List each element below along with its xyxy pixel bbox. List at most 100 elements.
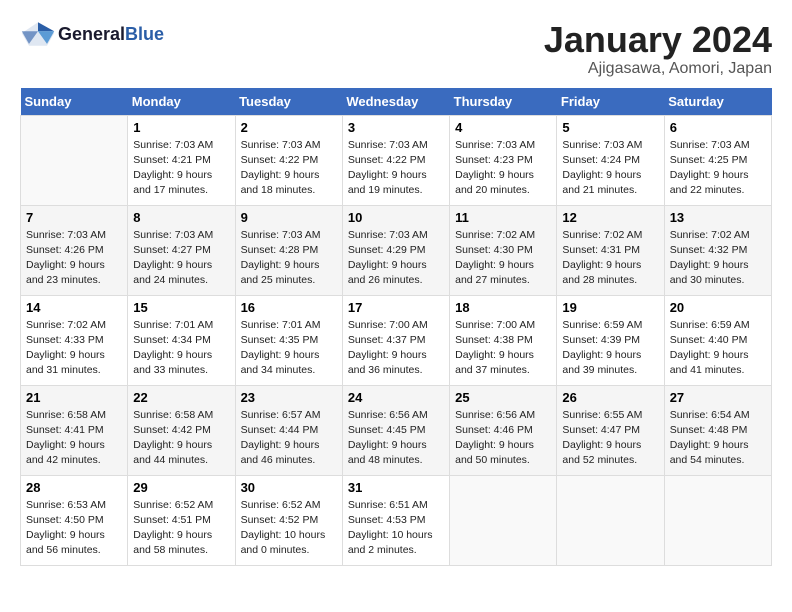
calendar-cell: 5 Sunrise: 7:03 AMSunset: 4:24 PMDaylight… bbox=[557, 115, 664, 205]
cell-info: Sunrise: 6:59 AMSunset: 4:39 PMDaylight:… bbox=[562, 318, 658, 379]
calendar-week-row: 14Sunrise: 7:02 AMSunset: 4:33 PMDayligh… bbox=[21, 295, 772, 385]
day-number: 11 bbox=[455, 210, 551, 225]
day-number: 23 bbox=[241, 390, 337, 405]
day-number: 7 bbox=[26, 210, 122, 225]
calendar-cell: 4 Sunrise: 7:03 AMSunset: 4:23 PMDaylight… bbox=[450, 115, 557, 205]
day-number: 31 bbox=[348, 480, 444, 495]
calendar-cell: 17 Sunrise: 7:00 AMSunset: 4:37 PMDayligh… bbox=[342, 295, 449, 385]
day-number: 14 bbox=[26, 300, 122, 315]
cell-info: Sunrise: 6:58 AMSunset: 4:42 PMDaylight:… bbox=[133, 408, 229, 469]
cell-info: Sunrise: 7:03 AMSunset: 4:25 PMDaylight:… bbox=[670, 138, 766, 199]
location-title: Ajigasawa, Aomori, Japan bbox=[544, 60, 772, 78]
cell-info: Sunrise: 7:03 AMSunset: 4:22 PMDaylight:… bbox=[241, 138, 337, 199]
day-number: 2 bbox=[241, 120, 337, 135]
page-header: GeneralBlue January 2024 Ajigasawa, Aomo… bbox=[20, 20, 772, 78]
header-sunday: Sunday bbox=[21, 88, 128, 116]
calendar-cell: 19Sunrise: 6:59 AMSunset: 4:39 PMDayligh… bbox=[557, 295, 664, 385]
cell-info: Sunrise: 6:52 AMSunset: 4:51 PMDaylight:… bbox=[133, 498, 229, 559]
day-number: 27 bbox=[670, 390, 766, 405]
day-number: 22 bbox=[133, 390, 229, 405]
header-wednesday: Wednesday bbox=[342, 88, 449, 116]
day-number: 29 bbox=[133, 480, 229, 495]
calendar-week-row: 28 Sunrise: 6:53 AMSunset: 4:50 PMDayligh… bbox=[21, 475, 772, 565]
day-number: 20 bbox=[670, 300, 766, 315]
cell-info: Sunrise: 6:56 AMSunset: 4:45 PMDaylight:… bbox=[348, 408, 444, 469]
cell-info: Sunrise: 7:00 AMSunset: 4:37 PMDaylight:… bbox=[348, 318, 444, 379]
title-area: January 2024 Ajigasawa, Aomori, Japan bbox=[544, 20, 772, 78]
calendar-cell bbox=[450, 475, 557, 565]
calendar-header-row: SundayMondayTuesdayWednesdayThursdayFrid… bbox=[21, 88, 772, 116]
cell-info: Sunrise: 7:00 AMSunset: 4:38 PMDaylight:… bbox=[455, 318, 551, 379]
cell-info: Sunrise: 7:03 AMSunset: 4:23 PMDaylight:… bbox=[455, 138, 551, 199]
calendar-cell: 10Sunrise: 7:03 AMSunset: 4:29 PMDayligh… bbox=[342, 205, 449, 295]
day-number: 16 bbox=[241, 300, 337, 315]
day-number: 26 bbox=[562, 390, 658, 405]
header-saturday: Saturday bbox=[664, 88, 771, 116]
day-number: 25 bbox=[455, 390, 551, 405]
day-number: 4 bbox=[455, 120, 551, 135]
calendar-cell: 9 Sunrise: 7:03 AMSunset: 4:28 PMDaylight… bbox=[235, 205, 342, 295]
calendar-week-row: 1Sunrise: 7:03 AMSunset: 4:21 PMDaylight… bbox=[21, 115, 772, 205]
cell-info: Sunrise: 6:55 AMSunset: 4:47 PMDaylight:… bbox=[562, 408, 658, 469]
calendar-cell: 12 Sunrise: 7:02 AMSunset: 4:31 PMDayligh… bbox=[557, 205, 664, 295]
calendar-week-row: 7Sunrise: 7:03 AMSunset: 4:26 PMDaylight… bbox=[21, 205, 772, 295]
calendar-cell: 3Sunrise: 7:03 AMSunset: 4:22 PMDaylight… bbox=[342, 115, 449, 205]
cell-info: Sunrise: 7:03 AMSunset: 4:28 PMDaylight:… bbox=[241, 228, 337, 289]
calendar-cell: 2 Sunrise: 7:03 AMSunset: 4:22 PMDaylight… bbox=[235, 115, 342, 205]
cell-info: Sunrise: 7:02 AMSunset: 4:31 PMDaylight:… bbox=[562, 228, 658, 289]
day-number: 13 bbox=[670, 210, 766, 225]
day-number: 9 bbox=[241, 210, 337, 225]
day-number: 18 bbox=[455, 300, 551, 315]
cell-info: Sunrise: 7:03 AMSunset: 4:24 PMDaylight:… bbox=[562, 138, 658, 199]
day-number: 5 bbox=[562, 120, 658, 135]
cell-info: Sunrise: 6:53 AMSunset: 4:50 PMDaylight:… bbox=[26, 498, 122, 559]
cell-info: Sunrise: 7:03 AMSunset: 4:27 PMDaylight:… bbox=[133, 228, 229, 289]
calendar-cell: 15Sunrise: 7:01 AMSunset: 4:34 PMDayligh… bbox=[128, 295, 235, 385]
day-number: 8 bbox=[133, 210, 229, 225]
logo-icon bbox=[20, 20, 56, 48]
calendar-cell: 23 Sunrise: 6:57 AMSunset: 4:44 PMDayligh… bbox=[235, 385, 342, 475]
calendar-week-row: 21 Sunrise: 6:58 AMSunset: 4:41 PMDayligh… bbox=[21, 385, 772, 475]
calendar-cell: 25 Sunrise: 6:56 AMSunset: 4:46 PMDayligh… bbox=[450, 385, 557, 475]
calendar-cell: 21 Sunrise: 6:58 AMSunset: 4:41 PMDayligh… bbox=[21, 385, 128, 475]
calendar-cell: 20Sunrise: 6:59 AMSunset: 4:40 PMDayligh… bbox=[664, 295, 771, 385]
header-monday: Monday bbox=[128, 88, 235, 116]
logo: GeneralBlue bbox=[20, 20, 164, 48]
day-number: 21 bbox=[26, 390, 122, 405]
calendar-cell: 18 Sunrise: 7:00 AMSunset: 4:38 PMDayligh… bbox=[450, 295, 557, 385]
header-tuesday: Tuesday bbox=[235, 88, 342, 116]
calendar-cell: 6 Sunrise: 7:03 AMSunset: 4:25 PMDaylight… bbox=[664, 115, 771, 205]
calendar-cell bbox=[557, 475, 664, 565]
calendar-cell: 26 Sunrise: 6:55 AMSunset: 4:47 PMDayligh… bbox=[557, 385, 664, 475]
day-number: 30 bbox=[241, 480, 337, 495]
calendar-cell: 29 Sunrise: 6:52 AMSunset: 4:51 PMDayligh… bbox=[128, 475, 235, 565]
cell-info: Sunrise: 7:01 AMSunset: 4:35 PMDaylight:… bbox=[241, 318, 337, 379]
header-thursday: Thursday bbox=[450, 88, 557, 116]
day-number: 12 bbox=[562, 210, 658, 225]
day-number: 6 bbox=[670, 120, 766, 135]
month-title: January 2024 bbox=[544, 20, 772, 60]
day-number: 17 bbox=[348, 300, 444, 315]
cell-info: Sunrise: 6:52 AMSunset: 4:52 PMDaylight:… bbox=[241, 498, 337, 559]
cell-info: Sunrise: 6:58 AMSunset: 4:41 PMDaylight:… bbox=[26, 408, 122, 469]
cell-info: Sunrise: 7:03 AMSunset: 4:21 PMDaylight:… bbox=[133, 138, 229, 199]
cell-info: Sunrise: 6:51 AMSunset: 4:53 PMDaylight:… bbox=[348, 498, 444, 559]
day-number: 28 bbox=[26, 480, 122, 495]
calendar-cell: 31 Sunrise: 6:51 AMSunset: 4:53 PMDayligh… bbox=[342, 475, 449, 565]
cell-info: Sunrise: 7:01 AMSunset: 4:34 PMDaylight:… bbox=[133, 318, 229, 379]
calendar-cell bbox=[21, 115, 128, 205]
calendar-cell: 30 Sunrise: 6:52 AMSunset: 4:52 PMDayligh… bbox=[235, 475, 342, 565]
calendar-cell: 16 Sunrise: 7:01 AMSunset: 4:35 PMDayligh… bbox=[235, 295, 342, 385]
cell-info: Sunrise: 7:02 AMSunset: 4:32 PMDaylight:… bbox=[670, 228, 766, 289]
calendar-cell: 8 Sunrise: 7:03 AMSunset: 4:27 PMDaylight… bbox=[128, 205, 235, 295]
cell-info: Sunrise: 6:56 AMSunset: 4:46 PMDaylight:… bbox=[455, 408, 551, 469]
cell-info: Sunrise: 7:03 AMSunset: 4:29 PMDaylight:… bbox=[348, 228, 444, 289]
logo-text: GeneralBlue bbox=[58, 24, 164, 45]
day-number: 24 bbox=[348, 390, 444, 405]
calendar-cell: 14Sunrise: 7:02 AMSunset: 4:33 PMDayligh… bbox=[21, 295, 128, 385]
cell-info: Sunrise: 6:57 AMSunset: 4:44 PMDaylight:… bbox=[241, 408, 337, 469]
cell-info: Sunrise: 7:02 AMSunset: 4:30 PMDaylight:… bbox=[455, 228, 551, 289]
calendar-cell: 22 Sunrise: 6:58 AMSunset: 4:42 PMDayligh… bbox=[128, 385, 235, 475]
calendar-cell: 13 Sunrise: 7:02 AMSunset: 4:32 PMDayligh… bbox=[664, 205, 771, 295]
calendar-cell: 27Sunrise: 6:54 AMSunset: 4:48 PMDayligh… bbox=[664, 385, 771, 475]
